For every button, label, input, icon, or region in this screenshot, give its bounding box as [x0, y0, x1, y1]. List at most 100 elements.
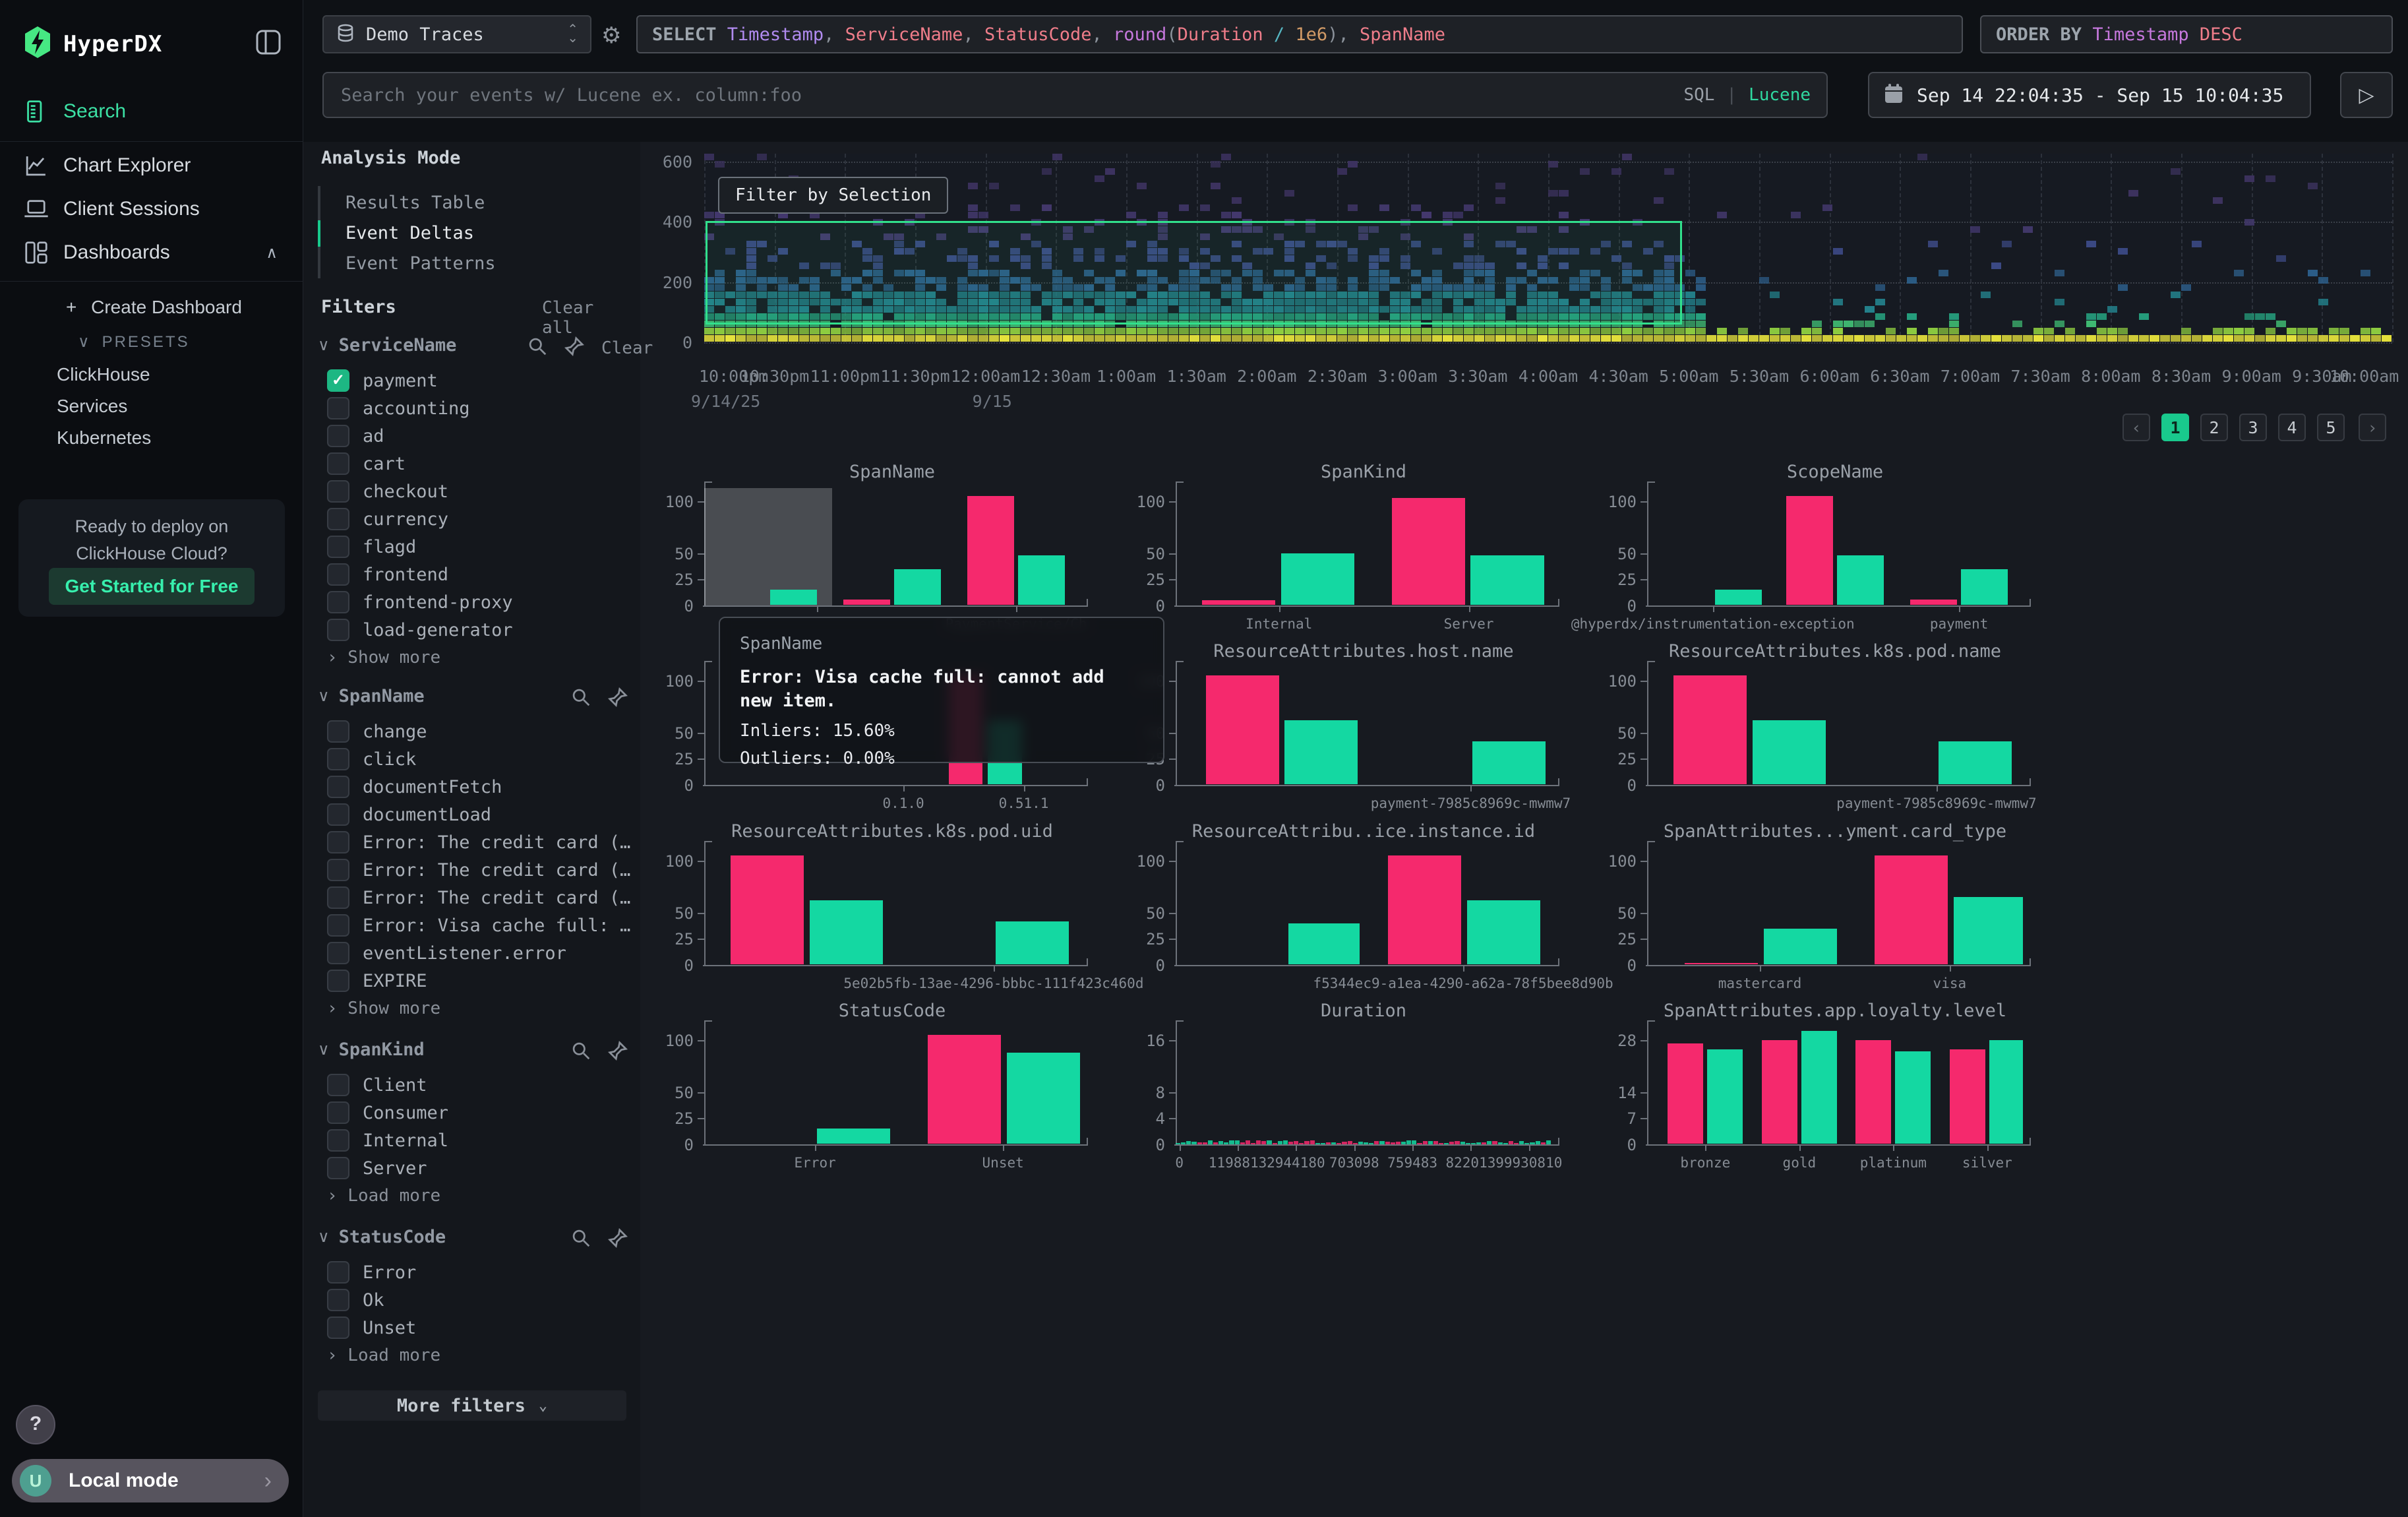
outlier-bar[interactable]	[1762, 1040, 1797, 1144]
clear-all-link[interactable]: Clear all	[542, 298, 604, 338]
sql-toggle-option[interactable]: SQL	[1683, 85, 1714, 105]
outlier-bar[interactable]	[1855, 1040, 1891, 1144]
inlier-bar[interactable]	[1707, 1049, 1743, 1144]
pagination-page-1[interactable]: 1	[2161, 414, 2189, 441]
search-icon[interactable]	[571, 687, 591, 710]
checkbox[interactable]	[327, 619, 349, 641]
outlier-bar[interactable]	[1388, 855, 1461, 964]
filter-option-unset[interactable]: Unset	[327, 1316, 416, 1339]
search-icon[interactable]	[571, 1228, 591, 1251]
pin-icon[interactable]	[608, 1228, 628, 1251]
checkbox[interactable]	[327, 452, 349, 475]
checkbox[interactable]	[327, 1129, 349, 1152]
inlier-bar[interactable]	[1939, 741, 2012, 784]
filter-option-consumer[interactable]: Consumer	[327, 1101, 448, 1124]
filter-option-error-the-credit-card-[interactable]: Error: The credit card (…	[327, 831, 630, 853]
inlier-bar[interactable]	[1837, 555, 1884, 605]
run-query-button[interactable]: ▷	[2340, 72, 2393, 118]
analysis-mode-results-table[interactable]: Results Table	[346, 193, 485, 213]
checkbox[interactable]	[327, 1289, 349, 1311]
search-input[interactable]	[340, 84, 1683, 106]
filter-option-frontend-proxy[interactable]: frontend-proxy	[327, 591, 513, 613]
checkbox[interactable]	[327, 1074, 349, 1096]
sidebar-item-clickhouse[interactable]: ClickHouse	[57, 364, 150, 385]
outlier-bar[interactable]	[1668, 1043, 1703, 1144]
filter-option-change[interactable]: change	[327, 720, 427, 743]
pagination-page-3[interactable]: 3	[2239, 414, 2267, 441]
checkbox[interactable]	[327, 536, 349, 558]
outlier-bar[interactable]	[1202, 600, 1275, 605]
checkbox[interactable]	[327, 480, 349, 503]
filter-option-accounting[interactable]: accounting	[327, 397, 470, 419]
filter-option-load-generator[interactable]: load-generator	[327, 619, 513, 641]
outlier-bar[interactable]	[1392, 498, 1465, 605]
inlier-bar[interactable]	[996, 921, 1069, 964]
sidebar-item-search[interactable]: Search	[24, 99, 278, 124]
outlier-bar[interactable]	[1950, 1049, 1985, 1144]
inlier-bar[interactable]	[1281, 553, 1354, 605]
inlier-bar[interactable]	[1288, 923, 1360, 964]
inlier-bar[interactable]	[1472, 741, 1546, 784]
lucene-toggle-option[interactable]: Lucene	[1749, 85, 1811, 105]
get-started-button[interactable]: Get Started for Free	[49, 568, 255, 605]
checkbox[interactable]	[327, 776, 349, 798]
outlier-bar[interactable]	[1786, 496, 1833, 605]
order-by-input[interactable]: ORDER BY Timestamp DESC	[1980, 15, 2393, 53]
inlier-bar[interactable]	[810, 900, 883, 964]
inlier-bar[interactable]	[1467, 900, 1540, 964]
outlier-bar[interactable]	[843, 600, 890, 605]
filter-option-frontend[interactable]: frontend	[327, 563, 448, 586]
filter-by-selection-button[interactable]: Filter by Selection	[718, 177, 948, 214]
search-icon[interactable]	[571, 1041, 591, 1064]
filter-option-error-the-credit-card-[interactable]: Error: The credit card (…	[327, 859, 630, 881]
checkbox[interactable]	[327, 831, 349, 853]
inlier-bar[interactable]	[1284, 720, 1358, 784]
checkbox[interactable]	[327, 859, 349, 881]
inlier-bar[interactable]	[1470, 555, 1544, 605]
pin-icon[interactable]	[608, 687, 628, 710]
inlier-bar[interactable]	[1764, 929, 1837, 964]
checkbox[interactable]	[327, 397, 349, 419]
inlier-bar[interactable]	[817, 1129, 890, 1144]
analysis-mode-event-deltas[interactable]: Event Deltas	[346, 223, 474, 243]
checkbox[interactable]	[327, 1101, 349, 1124]
outlier-bar[interactable]	[731, 855, 804, 964]
sidebar-item-services[interactable]: Services	[57, 396, 127, 417]
filter-option-cart[interactable]: cart	[327, 452, 406, 475]
filter-option-error-visa-cache-full-[interactable]: Error: Visa cache full: …	[327, 914, 630, 937]
filter-group-footer[interactable]: › Load more	[327, 1346, 440, 1365]
sidebar-item-dashboards[interactable]: Dashboards∧	[24, 240, 278, 265]
filter-option-expire[interactable]: EXPIRE	[327, 970, 427, 992]
checkbox[interactable]	[327, 942, 349, 964]
filter-option-click[interactable]: click	[327, 748, 416, 770]
pin-icon[interactable]	[564, 336, 584, 359]
inlier-bar[interactable]	[1715, 590, 1762, 605]
filter-option-error-the-credit-card-[interactable]: Error: The credit card (…	[327, 886, 630, 909]
inlier-bar[interactable]	[1007, 1053, 1080, 1144]
outlier-bar[interactable]	[1875, 855, 1948, 964]
inlier-bar[interactable]	[1753, 720, 1826, 784]
gear-icon[interactable]: ⚙	[601, 22, 621, 49]
filter-option-ok[interactable]: Ok	[327, 1289, 384, 1311]
pagination-page-4[interactable]: 4	[2278, 414, 2306, 441]
search-icon[interactable]	[527, 336, 547, 359]
pin-icon[interactable]	[608, 1041, 628, 1064]
filter-option-payment[interactable]: ✓payment	[327, 369, 438, 392]
checkbox[interactable]	[327, 1261, 349, 1284]
source-select[interactable]: Demo Traces ⌃⌄	[322, 15, 591, 53]
filter-option-checkout[interactable]: checkout	[327, 480, 448, 503]
outlier-bar[interactable]	[1673, 675, 1747, 784]
checkbox[interactable]	[327, 1316, 349, 1339]
more-filters-button[interactable]: More filters ⌄	[318, 1390, 626, 1421]
create-dashboard-button[interactable]: + Create Dashboard	[66, 297, 242, 318]
checkbox[interactable]	[327, 591, 349, 613]
pagination-page-2[interactable]: 2	[2200, 414, 2228, 441]
filter-option-documentfetch[interactable]: documentFetch	[327, 776, 502, 798]
outlier-bar[interactable]	[1910, 600, 1957, 605]
filter-option-internal[interactable]: Internal	[327, 1129, 448, 1152]
user-menu[interactable]: U Local mode ›	[12, 1459, 289, 1502]
checkbox[interactable]	[327, 803, 349, 826]
sidebar-item-client-sessions[interactable]: Client Sessions	[24, 197, 278, 222]
presets-toggle[interactable]: ∨PRESETS	[78, 332, 190, 352]
filter-group-footer[interactable]: › Load more	[327, 1186, 440, 1206]
